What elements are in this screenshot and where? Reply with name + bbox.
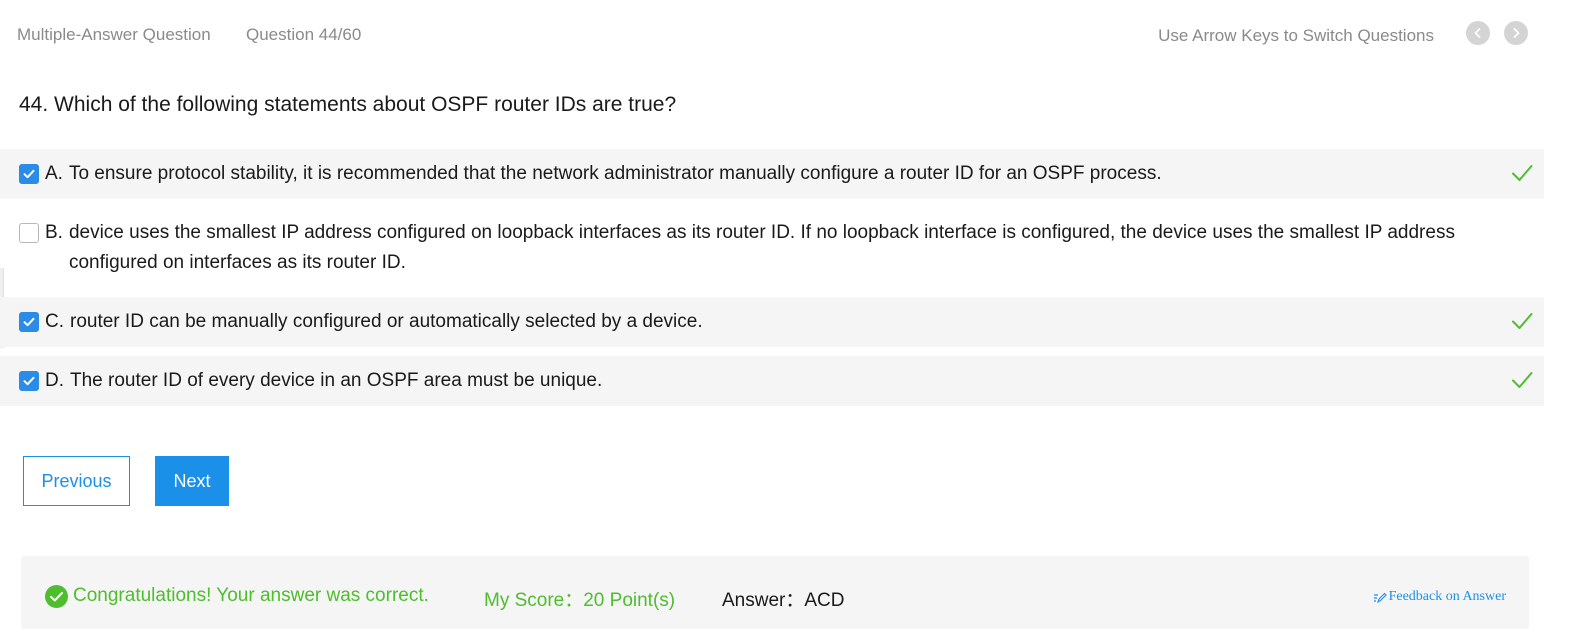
- checkmark-icon: [1512, 313, 1533, 329]
- result-panel: Congratulations! Your answer was correct…: [21, 556, 1529, 629]
- option-b[interactable]: B. device uses the smallest IP address c…: [0, 208, 1544, 288]
- correct-checkmark: [1510, 309, 1534, 333]
- option-letter: B.: [45, 222, 63, 243]
- next-button[interactable]: Next: [155, 456, 229, 506]
- answer-text: Answer：ACD: [722, 590, 845, 611]
- correct-checkmark: [1510, 161, 1534, 185]
- question-counter: Question 44/60: [246, 25, 362, 44]
- checkbox-checked-icon: [23, 376, 35, 386]
- checkbox-b[interactable]: [19, 223, 39, 243]
- result-message: Congratulations! Your answer was correct…: [73, 585, 429, 606]
- checkmark-icon: [1512, 165, 1533, 181]
- checkbox-checked-icon: [23, 169, 35, 179]
- checkbox-c[interactable]: [19, 312, 39, 332]
- option-text: device uses the smallest IP address conf…: [68, 222, 1455, 273]
- feedback-label: Feedback on Answer: [1388, 589, 1506, 604]
- top-bar: Multiple-Answer Question Question 44/60 …: [0, 0, 1569, 70]
- arrow-keys-hint: Use Arrow Keys to Switch Questions: [1158, 26, 1434, 45]
- chevron-left-icon: [1474, 28, 1481, 38]
- option-c[interactable]: C. router ID can be manually configured …: [0, 297, 1544, 347]
- option-text: To ensure protocol stability, it is reco…: [68, 163, 1162, 184]
- question-text: 44. Which of the following statements ab…: [19, 93, 677, 116]
- next-question-arrow[interactable]: [1504, 21, 1528, 45]
- edit-icon: [1373, 592, 1387, 604]
- option-letter: A.: [45, 163, 63, 184]
- option-letter: C.: [45, 311, 64, 332]
- question-type-label: Multiple-Answer Question: [17, 25, 211, 44]
- score-text: My Score：20 Point(s): [484, 590, 676, 611]
- prev-question-arrow[interactable]: [1466, 21, 1490, 45]
- checkbox-a[interactable]: [19, 164, 39, 184]
- option-text: router ID can be manually configured or …: [70, 311, 703, 332]
- option-a[interactable]: A. To ensure protocol stability, it is r…: [0, 149, 1544, 199]
- correct-checkmark: [1510, 368, 1534, 392]
- checkbox-d[interactable]: [19, 371, 39, 391]
- checkmark-icon: [1512, 372, 1533, 388]
- check-circle-icon: [45, 585, 68, 608]
- previous-button[interactable]: Previous: [23, 456, 130, 506]
- option-letter: D.: [45, 370, 64, 391]
- feedback-link[interactable]: Feedback on Answer: [1373, 589, 1506, 605]
- option-text: The router ID of every device in an OSPF…: [70, 370, 603, 391]
- checkbox-checked-icon: [23, 317, 35, 327]
- option-d[interactable]: D. The router ID of every device in an O…: [0, 356, 1544, 406]
- chevron-right-icon: [1513, 28, 1520, 38]
